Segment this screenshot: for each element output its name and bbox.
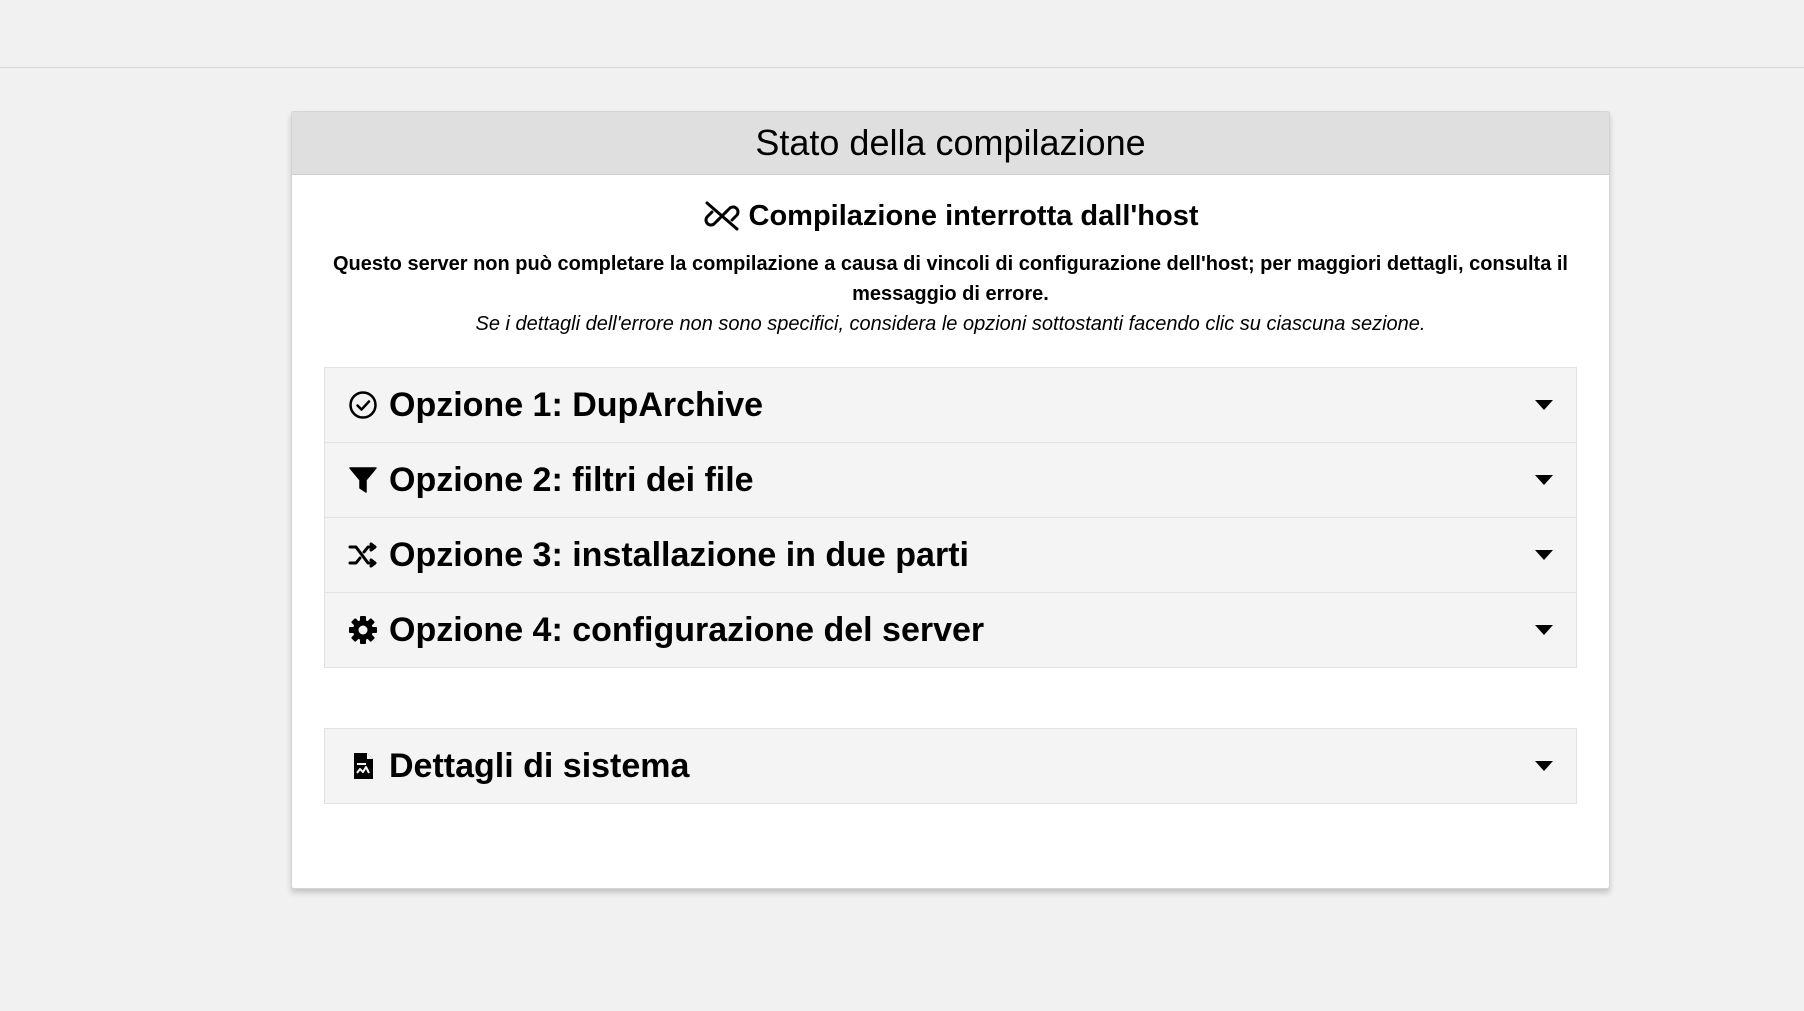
- system-details-toggle[interactable]: Dettagli di sistema: [325, 729, 1576, 803]
- chevron-down-icon[interactable]: [1534, 474, 1554, 486]
- check-circle-icon: [347, 389, 379, 421]
- filter-icon: [347, 464, 379, 496]
- option-server-config[interactable]: Opzione 4: configurazione del server: [325, 593, 1576, 667]
- chevron-down-icon[interactable]: [1534, 399, 1554, 411]
- option-duparchive[interactable]: Opzione 1: DupArchive: [325, 368, 1576, 443]
- system-details-label: Dettagli di sistema: [389, 746, 690, 785]
- panel-body: Compilazione interrotta dall'host Questo…: [292, 195, 1609, 804]
- option-two-part-install[interactable]: Opzione 3: installazione in due parti: [325, 518, 1576, 593]
- chevron-down-icon[interactable]: [1534, 760, 1554, 772]
- file-report-icon: [347, 750, 379, 782]
- status-description: Questo server non può completare la comp…: [333, 253, 1568, 305]
- panel-title: Stato della compilazione: [755, 122, 1146, 163]
- option-file-filters[interactable]: Opzione 2: filtri dei file: [325, 443, 1576, 518]
- status-hint: Se i dettagli dell'errore non sono speci…: [475, 313, 1426, 335]
- panel-header: Stato della compilazione: [292, 112, 1609, 175]
- shuffle-icon: [347, 539, 379, 571]
- option-label: Opzione 4: configurazione del server: [389, 610, 985, 649]
- chevron-down-icon[interactable]: [1534, 624, 1554, 636]
- status-heading-text: Compilazione interrotta dall'host: [748, 199, 1199, 232]
- system-details-accordion: Dettagli di sistema: [324, 728, 1577, 804]
- status-heading: Compilazione interrotta dall'host: [324, 195, 1577, 237]
- option-label: Opzione 1: DupArchive: [389, 385, 764, 424]
- gear-icon: [347, 614, 379, 646]
- options-accordion: Opzione 1: DupArchive Opzione 2: filtri …: [324, 367, 1577, 668]
- option-label: Opzione 2: filtri dei file: [389, 460, 754, 499]
- top-bar: [0, 0, 1804, 68]
- build-status-panel: Stato della compilazione Compilazione in…: [291, 111, 1610, 889]
- option-label: Opzione 3: installazione in due parti: [389, 535, 969, 574]
- chevron-down-icon[interactable]: [1534, 549, 1554, 561]
- broken-link-icon: [703, 199, 741, 233]
